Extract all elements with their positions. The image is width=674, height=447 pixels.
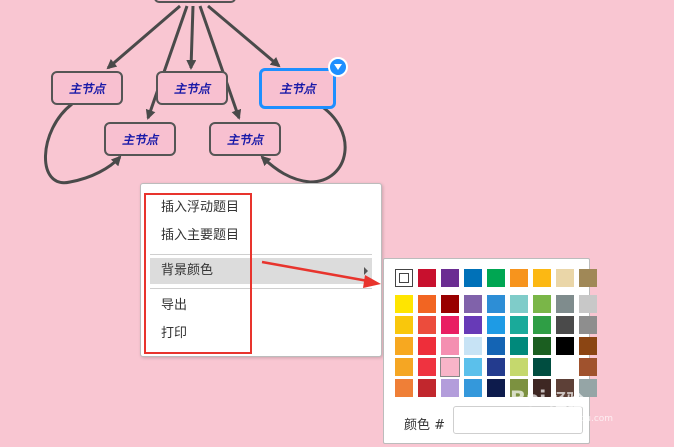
color-swatch[interactable] [418,316,436,334]
color-swatch[interactable] [556,358,574,376]
mindmap-node-selected[interactable]: 主节点 [259,68,336,109]
color-swatch[interactable] [556,337,574,355]
node-label: 主节点 [68,81,105,96]
color-swatch[interactable] [533,269,551,287]
color-swatch[interactable] [579,358,597,376]
color-swatch[interactable] [395,358,413,376]
color-swatch[interactable] [418,379,436,397]
color-swatch[interactable] [510,295,528,313]
color-swatch[interactable] [487,269,505,287]
color-swatch[interactable] [533,358,551,376]
color-swatch[interactable] [556,316,574,334]
mindmap-node[interactable]: 主节点 [104,122,176,156]
color-swatch[interactable] [441,337,459,355]
menu-item-label: 背景颜色 [161,263,214,278]
color-hex-label: 颜色 # [404,418,446,433]
color-swatch[interactable] [510,269,528,287]
menu-separator [150,288,372,289]
menu-item-export[interactable]: 导出 [150,293,372,319]
color-swatch[interactable] [464,316,482,334]
menu-item-insert-floating-topic[interactable]: 插入浮动题目 [150,195,372,221]
color-swatch[interactable] [556,269,574,287]
node-label: 主节点 [121,132,158,147]
color-swatch[interactable] [441,295,459,313]
color-swatch[interactable] [487,295,505,313]
color-swatch[interactable] [510,337,528,355]
color-swatch[interactable] [395,316,413,334]
color-swatch[interactable] [510,358,528,376]
color-swatch[interactable] [533,316,551,334]
color-swatch[interactable] [441,269,459,287]
color-swatch[interactable] [441,316,459,334]
color-swatch[interactable] [464,379,482,397]
color-swatch[interactable] [464,269,482,287]
color-swatch[interactable] [487,337,505,355]
color-swatch[interactable] [441,379,459,397]
color-swatch[interactable] [440,357,460,377]
menu-item-print[interactable]: 打印 [150,321,372,347]
color-swatch[interactable] [395,295,413,313]
color-swatch[interactable] [464,337,482,355]
edge-root-n2 [186,5,197,70]
color-swatch[interactable] [510,316,528,334]
color-swatch[interactable] [579,337,597,355]
color-swatch[interactable] [579,295,597,313]
color-swatch[interactable] [556,295,574,313]
color-swatch[interactable] [579,316,597,334]
color-swatch[interactable] [487,358,505,376]
mindmap-node[interactable]: 主节点 [51,71,123,105]
color-swatch[interactable] [418,269,436,287]
color-swatch[interactable] [395,379,413,397]
menu-separator [150,254,372,255]
no-color-swatch[interactable] [395,269,413,287]
color-swatch[interactable] [579,269,597,287]
node-label: 主节点 [226,132,263,147]
color-swatch[interactable] [533,337,551,355]
color-swatch[interactable] [395,337,413,355]
menu-item-insert-main-topic[interactable]: 插入主要题目 [150,223,372,249]
watermark-url: jingyan.baidu.com [530,414,614,424]
color-swatch[interactable] [464,358,482,376]
submenu-arrow-icon [364,267,368,275]
context-menu: 插入浮动题目 插入主要题目 背景颜色 导出 打印 [140,183,382,357]
mindmap-node[interactable]: 主节点 [209,122,281,156]
chevron-down-icon [334,64,342,70]
menu-item-background-color[interactable]: 背景颜色 [150,258,372,284]
color-swatch[interactable] [418,358,436,376]
mindmap-node[interactable]: 主节点 [156,71,228,105]
color-swatch[interactable] [418,295,436,313]
color-swatch[interactable] [487,316,505,334]
color-swatch[interactable] [533,295,551,313]
root-node-edge[interactable] [154,0,236,3]
node-dropdown-button[interactable] [328,57,348,77]
node-label: 主节点 [173,81,210,96]
color-swatch[interactable] [418,337,436,355]
color-swatch[interactable] [464,295,482,313]
node-label: 主节点 [279,82,316,96]
color-swatch[interactable] [487,379,505,397]
watermark-logo: Bai 经验 [510,387,583,411]
